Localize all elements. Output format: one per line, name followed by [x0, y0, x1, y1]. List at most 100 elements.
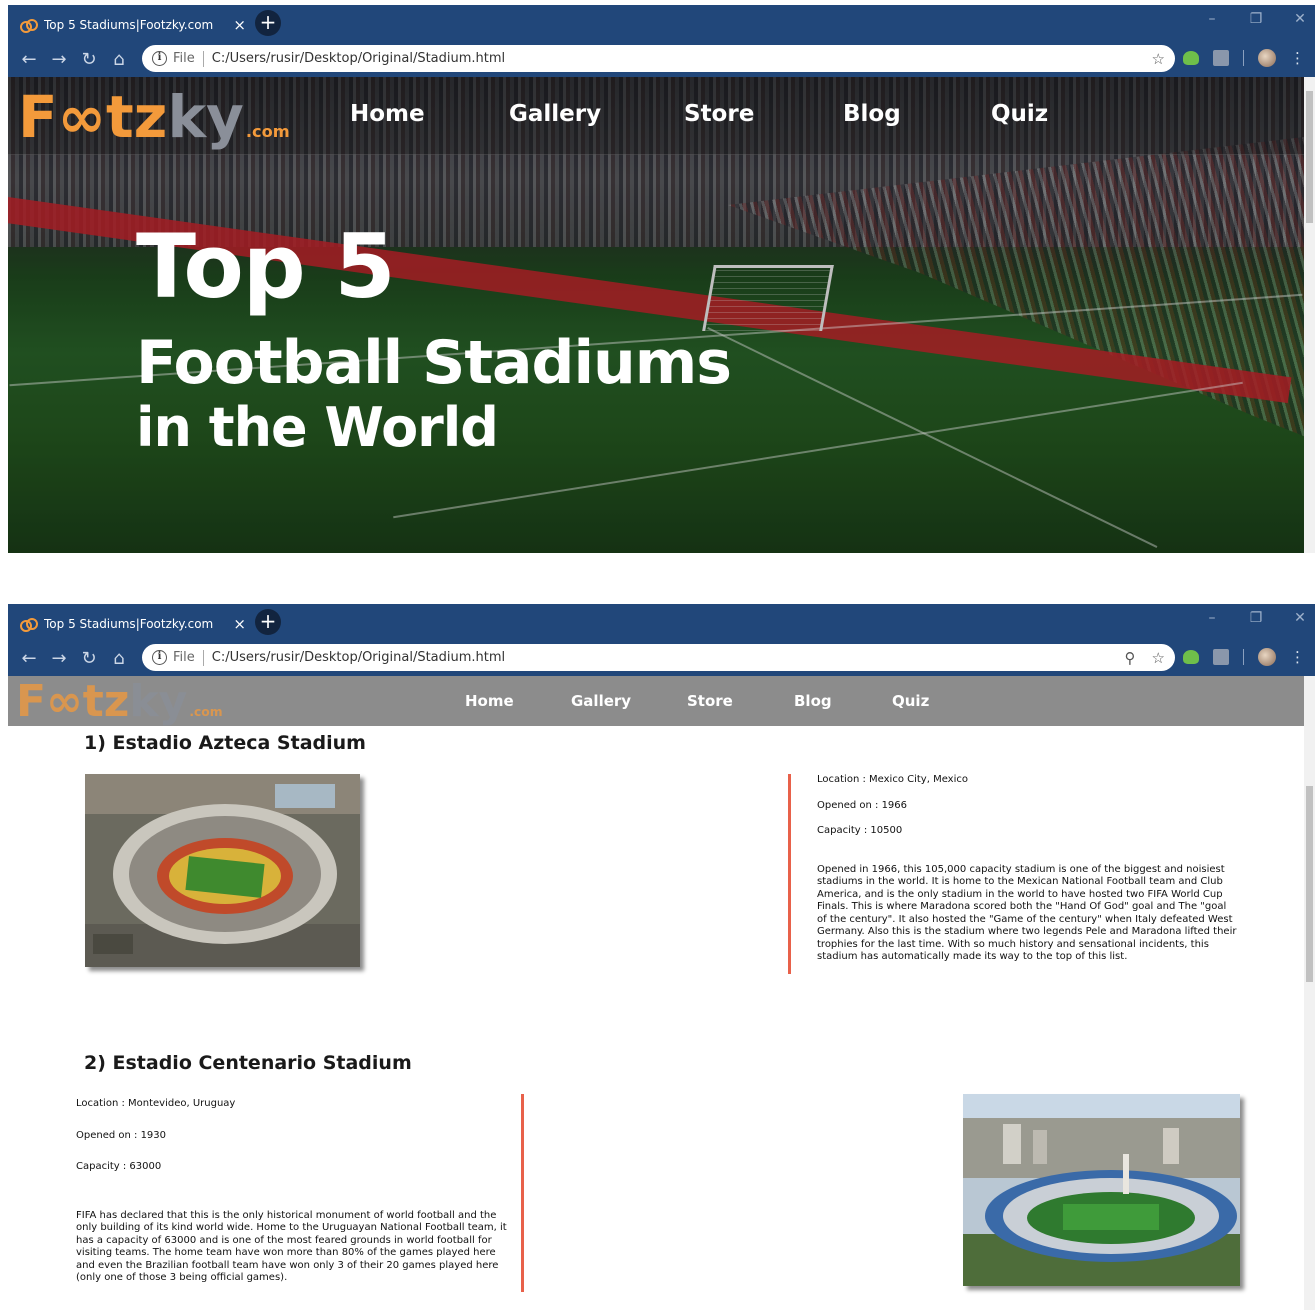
toolbar-divider	[1243, 50, 1244, 66]
nav-home[interactable]: Home	[350, 101, 509, 127]
menu-kebab-icon[interactable]: ⋮	[1290, 648, 1305, 666]
browser-toolbar: ← → ↻ ⌂ i File C:/Users/rusir/Desktop/Or…	[8, 640, 1315, 676]
site-header-sticky: F ∞ tz ky .com Home Gallery Store Blog Quiz	[8, 676, 1304, 727]
site-header: F ∞ tz ky .com Home Gallery Store Blog Quiz	[8, 77, 1304, 155]
browser-window-top: Top 5 Stadiums|Footzky.com × + – ❐ ✕ ← →…	[8, 5, 1315, 553]
menu-kebab-icon[interactable]: ⋮	[1290, 49, 1305, 67]
nav-quiz[interactable]: Quiz	[991, 101, 1048, 127]
nav-blog[interactable]: Blog	[794, 692, 832, 710]
logo-letters-ky: ky	[129, 676, 188, 727]
close-window-icon[interactable]: ✕	[1291, 11, 1309, 27]
back-icon[interactable]: ←	[14, 648, 44, 669]
nav-store[interactable]: Store	[687, 692, 733, 710]
logo-dotcom: .com	[189, 705, 223, 719]
restore-icon[interactable]: ❐	[1247, 11, 1265, 27]
stadium-capacity: Capacity : 10500	[817, 825, 903, 836]
minimize-icon[interactable]: –	[1203, 11, 1221, 27]
tab-close-icon[interactable]: ×	[233, 615, 246, 633]
stadium-photo-azteca	[85, 774, 360, 967]
bookmark-star-icon[interactable]: ☆	[1152, 649, 1165, 667]
new-tab-button[interactable]: +	[255, 10, 281, 36]
nav-gallery[interactable]: Gallery	[571, 692, 631, 710]
window-controls: – ❐ ✕	[1203, 610, 1309, 626]
browser-tab[interactable]: Top 5 Stadiums|Footzky.com ×	[20, 608, 246, 640]
page-scrollbar[interactable]	[1304, 676, 1315, 1310]
extensions-area: ⋮	[1183, 648, 1305, 666]
extension-pdf-icon[interactable]	[1213, 50, 1229, 66]
address-bar[interactable]: i File C:/Users/rusir/Desktop/Original/S…	[142, 644, 1175, 671]
restore-icon[interactable]: ❐	[1247, 610, 1265, 626]
scrollbar-thumb[interactable]	[1306, 91, 1313, 223]
forward-icon[interactable]: →	[44, 49, 74, 70]
close-window-icon[interactable]: ✕	[1291, 610, 1309, 626]
stadium-aerial-image	[85, 774, 360, 967]
nav-quiz[interactable]: Quiz	[892, 692, 929, 710]
home-icon[interactable]: ⌂	[104, 648, 134, 669]
extension-pdf-icon[interactable]	[1213, 649, 1229, 665]
profile-avatar[interactable]	[1258, 648, 1276, 666]
info-icon[interactable]: i	[152, 51, 167, 66]
hero-heading: Top 5 Football Stadiums in the World	[136, 215, 732, 459]
hero-heading-line3: in the World	[136, 396, 499, 459]
stadium-info: Location : Mexico City, Mexico Opened on…	[817, 774, 1239, 964]
hero-heading-line2: Football Stadiums	[136, 328, 732, 398]
address-actions: ⚲ ☆	[1125, 649, 1165, 667]
address-actions: ☆	[1152, 50, 1165, 68]
site-favicon-icon	[20, 616, 38, 632]
reload-icon[interactable]: ↻	[74, 648, 104, 669]
browser-window-bottom: Top 5 Stadiums|Footzky.com × + – ❐ ✕ ← →…	[8, 604, 1315, 1310]
footzky-logo[interactable]: F ∞ tz ky .com	[18, 83, 290, 151]
home-icon[interactable]: ⌂	[104, 49, 134, 70]
info-divider	[521, 1094, 524, 1292]
footzky-logo[interactable]: F ∞ tz ky .com	[16, 676, 223, 727]
hero-heading-line1: Top 5	[136, 215, 396, 318]
stadium-location: Location : Mexico City, Mexico	[817, 774, 968, 785]
tab-close-icon[interactable]: ×	[233, 16, 246, 34]
new-tab-button[interactable]: +	[255, 609, 281, 635]
nav-gallery[interactable]: Gallery	[509, 101, 684, 127]
address-scheme-label: File	[173, 650, 195, 665]
nav-blog[interactable]: Blog	[843, 101, 991, 127]
info-divider	[788, 774, 791, 974]
stadium-opened: Opened on : 1966	[817, 799, 908, 811]
logo-letter-f: F	[16, 676, 47, 727]
window-controls: – ❐ ✕	[1203, 11, 1309, 27]
page-scrollbar[interactable]	[1304, 77, 1315, 553]
stadium-photo-centenario	[963, 1094, 1240, 1286]
minimize-icon[interactable]: –	[1203, 610, 1221, 626]
nav-store[interactable]: Store	[684, 101, 843, 127]
address-bar[interactable]: i File C:/Users/rusir/Desktop/Original/S…	[142, 45, 1175, 72]
stadium-info: Location : Montevideo, Uruguay Opened on…	[76, 1098, 512, 1285]
extensions-area: ⋮	[1183, 49, 1305, 67]
forward-icon[interactable]: →	[44, 648, 74, 669]
extension-leaf-icon[interactable]	[1183, 51, 1199, 65]
zoom-icon[interactable]: ⚲	[1125, 649, 1136, 667]
logo-letters-tz: tz	[105, 83, 168, 151]
reload-icon[interactable]: ↻	[74, 49, 104, 70]
address-separator	[202, 50, 204, 67]
logo-dotcom: .com	[245, 122, 290, 141]
browser-toolbar: ← → ↻ ⌂ i File C:/Users/rusir/Desktop/Or…	[8, 41, 1315, 77]
main-nav: Home Gallery Store Blog Quiz	[350, 101, 1048, 127]
bookmark-star-icon[interactable]: ☆	[1152, 50, 1165, 68]
address-url[interactable]: C:/Users/rusir/Desktop/Original/Stadium.…	[212, 650, 505, 665]
tab-strip: Top 5 Stadiums|Footzky.com × + – ❐ ✕	[8, 5, 1315, 41]
tab-strip: Top 5 Stadiums|Footzky.com × + – ❐ ✕	[8, 604, 1315, 640]
extension-leaf-icon[interactable]	[1183, 650, 1199, 664]
stadium-description: FIFA has declared that this is the only …	[76, 1209, 507, 1284]
browser-tab[interactable]: Top 5 Stadiums|Footzky.com ×	[20, 9, 246, 41]
back-icon[interactable]: ←	[14, 49, 44, 70]
scrollbar-thumb[interactable]	[1306, 786, 1313, 982]
logo-rings-icon: ∞	[57, 83, 106, 151]
stadium-capacity: Capacity : 63000	[76, 1161, 162, 1172]
profile-avatar[interactable]	[1258, 49, 1276, 67]
toolbar-divider	[1243, 649, 1244, 665]
stadium-opened: Opened on : 1930	[76, 1129, 167, 1141]
logo-rings-icon: ∞	[46, 676, 83, 727]
address-separator	[202, 649, 204, 666]
info-icon[interactable]: i	[152, 650, 167, 665]
tab-title: Top 5 Stadiums|Footzky.com	[44, 617, 214, 631]
address-url[interactable]: C:/Users/rusir/Desktop/Original/Stadium.…	[212, 51, 505, 66]
stadium-aerial-image	[963, 1094, 1240, 1286]
nav-home[interactable]: Home	[465, 692, 514, 710]
